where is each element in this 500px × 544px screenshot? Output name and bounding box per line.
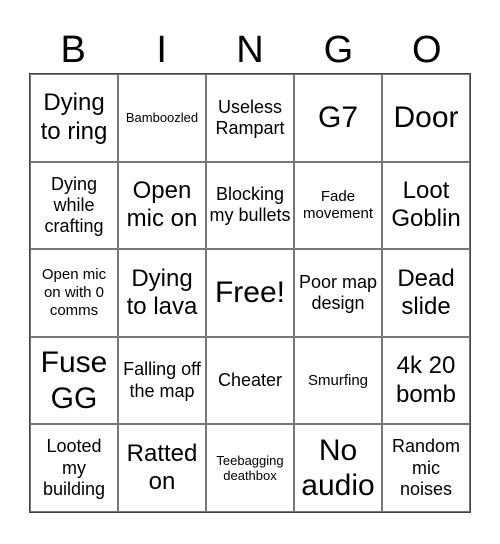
bingo-cell[interactable]: Looted my building <box>30 424 118 512</box>
free-space-cell[interactable]: Free! <box>206 249 294 337</box>
bingo-cell[interactable]: Cheater <box>206 336 294 425</box>
bingo-cell[interactable]: Teebagging deathbox <box>206 424 294 512</box>
bingo-cell[interactable]: Poor map design <box>294 249 382 337</box>
bingo-header: B I N G O <box>29 26 471 74</box>
header-letter-i: I <box>156 29 167 71</box>
header-letter-o: O <box>412 29 442 71</box>
bingo-cell[interactable]: Open mic on with 0 comms <box>30 249 118 337</box>
bingo-cell[interactable]: Ratted on <box>118 424 206 512</box>
bingo-cell[interactable]: Dying to ring <box>30 74 118 162</box>
bingo-cell[interactable]: Fuse GG <box>30 336 118 425</box>
bingo-cell[interactable]: Open mic on <box>118 161 206 250</box>
bingo-cell[interactable]: Useless Rampart <box>206 74 294 162</box>
header-letter-n: N <box>236 29 264 71</box>
bingo-cell[interactable]: Random mic noises <box>382 424 470 512</box>
bingo-cell[interactable]: Falling off the map <box>118 336 206 425</box>
header-letter-g: G <box>323 29 354 71</box>
header-letter-b: B <box>60 29 86 71</box>
bingo-cell[interactable]: Dead slide <box>382 249 470 337</box>
bingo-cell[interactable]: Blocking my bullets <box>206 161 294 250</box>
bingo-cell[interactable]: Fade movement <box>294 161 382 250</box>
bingo-card: Dying to ring Bamboozled Useless Rampart… <box>29 73 471 513</box>
bingo-cell[interactable]: Dying to lava <box>118 249 206 337</box>
bingo-cell[interactable]: Smurfing <box>294 336 382 425</box>
bingo-cell[interactable]: 4k 20 bomb <box>382 336 470 425</box>
bingo-cell[interactable]: No audio <box>294 424 382 512</box>
bingo-cell[interactable]: Dying while crafting <box>30 161 118 250</box>
bingo-cell[interactable]: Door <box>382 74 470 162</box>
bingo-cell[interactable]: Loot Goblin <box>382 161 470 250</box>
bingo-cell[interactable]: Bamboozled <box>118 74 206 162</box>
bingo-cell[interactable]: G7 <box>294 74 382 162</box>
